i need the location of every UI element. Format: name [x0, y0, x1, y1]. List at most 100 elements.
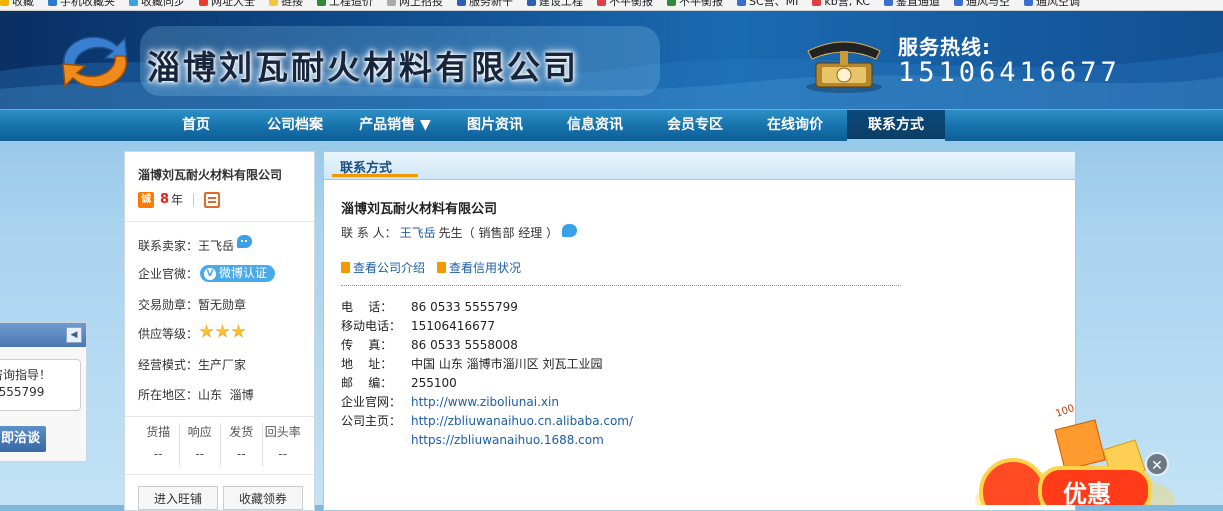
bookmark-item[interactable]: 链接: [269, 0, 303, 7]
floating-chat-widget: ◀ 咨询指导！ 5555799 即洽谈: [0, 322, 87, 462]
info-label: 电 话：: [341, 300, 393, 314]
membership-years: 诚 8 年: [138, 191, 221, 208]
contact-info-row: 地 址： 中国 山东 淄博市淄川区 刘瓦工业园: [341, 354, 633, 373]
info-label: [341, 430, 411, 449]
nav-news[interactable]: 信息资讯: [550, 110, 640, 141]
bookmark-item[interactable]: 手机收藏夹: [48, 0, 115, 8]
nav-home[interactable]: 首页: [165, 110, 227, 141]
contact-info-row: 企业官网： http://www.ziboliunai.xin: [341, 392, 633, 411]
info-label: 地 址：: [341, 357, 393, 371]
bookmark-icon: [0, 0, 9, 6]
stat-value: --: [153, 447, 163, 461]
bookmark-label: 建设工程: [539, 0, 583, 8]
chat-widget-header: ◀: [0, 323, 86, 347]
chat-message-line: 咨询指导！: [0, 368, 52, 382]
info-link[interactable]: https://zbliuwanaihuo.1688.com: [411, 430, 633, 449]
row-value: 山东 淄博: [198, 388, 254, 402]
bookmark-label: 服务新干: [469, 0, 513, 8]
bookmark-item[interactable]: 通风与空: [954, 0, 1011, 8]
chat-bubble-icon[interactable]: [562, 224, 578, 237]
rating-stats: 货描 -- 响应 -- 发货 -- 回头率 --: [138, 423, 303, 467]
info-value: 255100: [411, 375, 457, 390]
collapse-arrow-icon[interactable]: ◀: [66, 327, 82, 343]
chat-bubble-icon[interactable]: [237, 235, 253, 248]
site-header: 淄博刘瓦耐火材料有限公司 服务热线: 15106416677: [0, 11, 1223, 109]
nav-company-profile[interactable]: 公司档案: [250, 110, 340, 141]
bookmark-item[interactable]: 收藏: [0, 0, 34, 7]
years-value: 8: [160, 192, 170, 207]
bookmark-icon: [317, 0, 326, 6]
view-credit-link[interactable]: 查看信用状况: [437, 259, 521, 276]
enter-shop-button[interactable]: 进入旺铺: [138, 486, 218, 510]
weibo-verified-badge[interactable]: V 微博认证: [200, 265, 276, 282]
contact-info-table: 电 话： 86 0533 5555799 移动电话： 15106416677 传 真： 8…: [341, 297, 633, 449]
nav-pictures[interactable]: 图片资讯: [450, 110, 540, 141]
years-unit: 年: [171, 193, 184, 207]
bookmark-item[interactable]: 网上招投: [387, 0, 443, 7]
supply-level-stars: [198, 324, 246, 339]
contact-info-row: https://zbliuwanaihuo.1688.com: [341, 430, 633, 449]
divider: [125, 221, 314, 222]
sidebar-company-name[interactable]: 淄博刘瓦耐火材料有限公司: [138, 166, 282, 183]
info-link[interactable]: http://zbliuwanaihuo.cn.alibaba.com/: [411, 411, 633, 430]
info-value: 86 0533 5558008: [411, 337, 518, 352]
collect-coupon-button[interactable]: 收藏领券: [223, 486, 303, 510]
bookmark-item[interactable]: 网址大全: [199, 0, 255, 7]
stat-value: --: [236, 447, 246, 461]
promo-coupon-graphic[interactable]: 100 优惠: [945, 400, 1175, 505]
link-label: 查看公司介绍: [353, 261, 426, 275]
bookmark-label: kb营, KC: [824, 0, 871, 8]
close-icon[interactable]: ✕: [1145, 452, 1169, 476]
bookmark-item[interactable]: 建设工程: [527, 0, 583, 8]
info-value: 15106416677: [411, 318, 495, 333]
bookmark-item[interactable]: 不平衡报: [667, 0, 723, 7]
bookmark-item[interactable]: SC营、MI: [737, 0, 798, 7]
row-value: 暂无勋章: [198, 298, 247, 312]
nav-members[interactable]: 会员专区: [650, 110, 740, 141]
bookmark-icon: [129, 0, 138, 6]
bookmark-label: 鉴直通道: [896, 0, 941, 8]
contact-info-row: 传 真： 86 0533 5558008: [341, 335, 633, 354]
start-chat-button[interactable]: 即洽谈: [0, 426, 46, 452]
row-label: 供应等级：: [138, 327, 199, 341]
bookmark-item[interactable]: 鉴直通道: [884, 0, 941, 8]
nav-products[interactable]: 产品销售 ▼: [345, 110, 445, 141]
info-label: 公司主页：: [341, 414, 402, 428]
bookmark-icon: [954, 0, 964, 6]
view-company-intro-link[interactable]: 查看公司介绍: [341, 259, 425, 276]
bookmark-label: 通风与空: [966, 0, 1011, 8]
bookmark-icon: [457, 0, 466, 6]
stat-item: 货描 --: [138, 423, 179, 467]
divider: [193, 192, 195, 207]
bookmark-item[interactable]: 通风空调: [1024, 0, 1080, 7]
hotline-number: 15106416677: [898, 57, 1121, 88]
nav-contact[interactable]: 联系方式: [847, 110, 945, 141]
bookmark-label: 手机收藏夹: [60, 0, 115, 8]
bookmark-item[interactable]: 服务新干: [457, 0, 513, 8]
bookmark-item[interactable]: 不平衡报: [597, 0, 653, 7]
bookmark-item[interactable]: 收藏同步: [129, 0, 185, 7]
bookmark-item[interactable]: 工程造价: [317, 0, 373, 7]
row-label: 企业官微：: [138, 267, 199, 281]
contact-person-name[interactable]: 王飞岳: [400, 224, 436, 241]
seller-name[interactable]: 王飞岳: [198, 237, 234, 254]
main-nav: 首页 公司档案 产品销售 ▼ 图片资讯 信息资讯 会员专区 在线询价 联系方式: [0, 109, 1223, 141]
bookmark-icon: [387, 0, 396, 6]
bookmark-icon: [527, 0, 536, 6]
doc-icon: [437, 262, 447, 273]
row-label: 所在地区：: [138, 388, 199, 402]
certificate-icon[interactable]: [204, 191, 221, 208]
row-label: 交易勋章：: [138, 298, 199, 312]
contact-company-name: 淄博刘瓦耐火材料有限公司: [341, 202, 498, 217]
stat-label: 响应: [187, 425, 212, 439]
promo-text: 优惠: [1063, 480, 1111, 505]
row-label: 联系卖家：: [138, 239, 199, 253]
bookmark-icon: [1024, 0, 1034, 6]
chat-message-line: 5555799: [0, 385, 45, 399]
nav-inquiry[interactable]: 在线询价: [750, 110, 840, 141]
verified-v-icon: V: [204, 267, 217, 280]
divider: [125, 416, 314, 417]
info-link[interactable]: http://www.ziboliunai.xin: [411, 392, 633, 411]
bookmark-item[interactable]: kb营, KC: [812, 0, 871, 8]
stat-item: 响应 --: [178, 423, 221, 467]
